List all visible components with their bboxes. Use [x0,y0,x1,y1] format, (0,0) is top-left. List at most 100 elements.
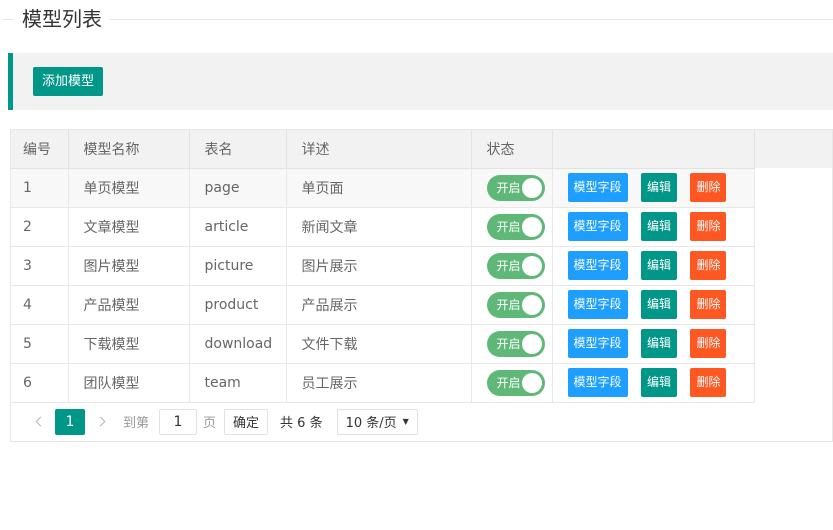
next-page-button[interactable] [94,409,106,435]
actions-cell: 模型字段 编辑 删除 [552,246,754,285]
title-divider-line [2,19,833,20]
status-toggle-label: 开启 [497,292,521,318]
row-filler-cell [754,246,832,285]
column-header-id: 编号 [11,130,68,168]
edit-button[interactable]: 编辑 [641,212,677,241]
delete-button[interactable]: 删除 [690,251,726,280]
model-name-cell: 单页模型 [68,168,189,207]
page-title: 模型列表 [14,3,110,35]
edit-button[interactable]: 编辑 [641,290,677,319]
table-name-cell: article [189,207,286,246]
table-row: 5 下载模型 download 文件下载 开启 模型字段 编辑 删除 [11,324,832,363]
toggle-knob-icon [522,373,542,393]
table-row: 6 团队模型 team 员工展示 开启 模型字段 编辑 删除 [11,363,832,402]
goto-page-label: 到第 [123,412,149,431]
table-body: 1 单页模型 page 单页面 开启 模型字段 编辑 删除 2 文章模型 art… [11,168,832,402]
table-row: 3 图片模型 picture 图片展示 开启 模型字段 编辑 删除 [11,246,832,285]
status-cell: 开启 [471,246,552,285]
model-fields-button[interactable]: 模型字段 [568,368,628,397]
status-toggle-label: 开启 [497,253,521,279]
edit-button[interactable]: 编辑 [641,368,677,397]
status-toggle[interactable]: 开启 [487,292,545,318]
actions-cell: 模型字段 编辑 删除 [552,168,754,207]
current-page-button[interactable]: 1 [55,409,85,435]
models-table: 编号 模型名称 表名 详述 状态 1 单页模型 page 单页面 开启 模型字段 [11,130,832,403]
page-size-value: 10 条/页 [346,412,397,431]
model-fields-button[interactable]: 模型字段 [568,251,628,280]
page-unit-label: 页 [203,412,216,431]
status-toggle-label: 开启 [497,175,521,201]
row-filler-cell [754,285,832,324]
row-id-cell: 1 [11,168,68,207]
toggle-knob-icon [522,178,542,198]
status-toggle[interactable]: 开启 [487,370,545,396]
row-filler-cell [754,207,832,246]
actions-cell: 模型字段 编辑 删除 [552,324,754,363]
toggle-knob-icon [522,334,542,354]
row-id-cell: 6 [11,363,68,402]
page-header: 模型列表 [0,3,833,37]
row-id-cell: 5 [11,324,68,363]
model-fields-button[interactable]: 模型字段 [568,212,628,241]
chevron-right-icon [95,417,105,427]
edit-button[interactable]: 编辑 [641,329,677,358]
model-fields-button[interactable]: 模型字段 [568,290,628,319]
edit-button[interactable]: 编辑 [641,173,677,202]
goto-page-input[interactable] [159,409,197,435]
table-header-row: 编号 模型名称 表名 详述 状态 [11,130,832,168]
delete-button[interactable]: 删除 [690,173,726,202]
description-cell: 产品展示 [286,285,471,324]
description-cell: 文件下载 [286,324,471,363]
delete-button[interactable]: 删除 [690,212,726,241]
model-name-cell: 产品模型 [68,285,189,324]
row-id-cell: 2 [11,207,68,246]
description-cell: 新闻文章 [286,207,471,246]
page-size-select[interactable]: 10 条/页 ▼ [337,409,418,435]
status-toggle[interactable]: 开启 [487,253,545,279]
toolbar-panel: 添加模型 [8,53,833,110]
row-filler-cell [754,324,832,363]
row-id-cell: 4 [11,285,68,324]
column-header-actions [552,130,754,168]
model-fields-button[interactable]: 模型字段 [568,329,628,358]
status-toggle[interactable]: 开启 [487,214,545,240]
row-filler-cell [754,168,832,207]
status-cell: 开启 [471,285,552,324]
actions-cell: 模型字段 编辑 删除 [552,207,754,246]
column-header-status: 状态 [471,130,552,168]
confirm-button[interactable]: 确定 [224,409,268,435]
delete-button[interactable]: 删除 [690,329,726,358]
description-cell: 图片展示 [286,246,471,285]
column-header-filler [754,130,832,168]
pagination-bar: 1 到第 页 确定 共 6 条 10 条/页 ▼ [11,403,832,441]
edit-button[interactable]: 编辑 [641,251,677,280]
row-id-cell: 3 [11,246,68,285]
model-fields-button[interactable]: 模型字段 [568,173,628,202]
add-model-button[interactable]: 添加模型 [33,67,103,96]
total-count-label: 共 6 条 [280,412,323,431]
table-name-cell: team [189,363,286,402]
table-name-cell: download [189,324,286,363]
row-filler-cell [754,363,832,402]
chevron-down-icon: ▼ [403,417,409,426]
delete-button[interactable]: 删除 [690,290,726,319]
model-name-cell: 下载模型 [68,324,189,363]
status-cell: 开启 [471,207,552,246]
table-row: 2 文章模型 article 新闻文章 开启 模型字段 编辑 删除 [11,207,832,246]
model-name-cell: 文章模型 [68,207,189,246]
status-toggle[interactable]: 开启 [487,175,545,201]
prev-page-button[interactable] [34,409,46,435]
toggle-knob-icon [522,256,542,276]
toggle-knob-icon [522,295,542,315]
delete-button[interactable]: 删除 [690,368,726,397]
actions-cell: 模型字段 编辑 删除 [552,285,754,324]
table-name-cell: picture [189,246,286,285]
status-cell: 开启 [471,363,552,402]
description-cell: 单页面 [286,168,471,207]
column-header-name: 模型名称 [68,130,189,168]
status-toggle[interactable]: 开启 [487,331,545,357]
chevron-left-icon [35,417,45,427]
column-header-description: 详述 [286,130,471,168]
table-name-cell: product [189,285,286,324]
status-cell: 开启 [471,324,552,363]
